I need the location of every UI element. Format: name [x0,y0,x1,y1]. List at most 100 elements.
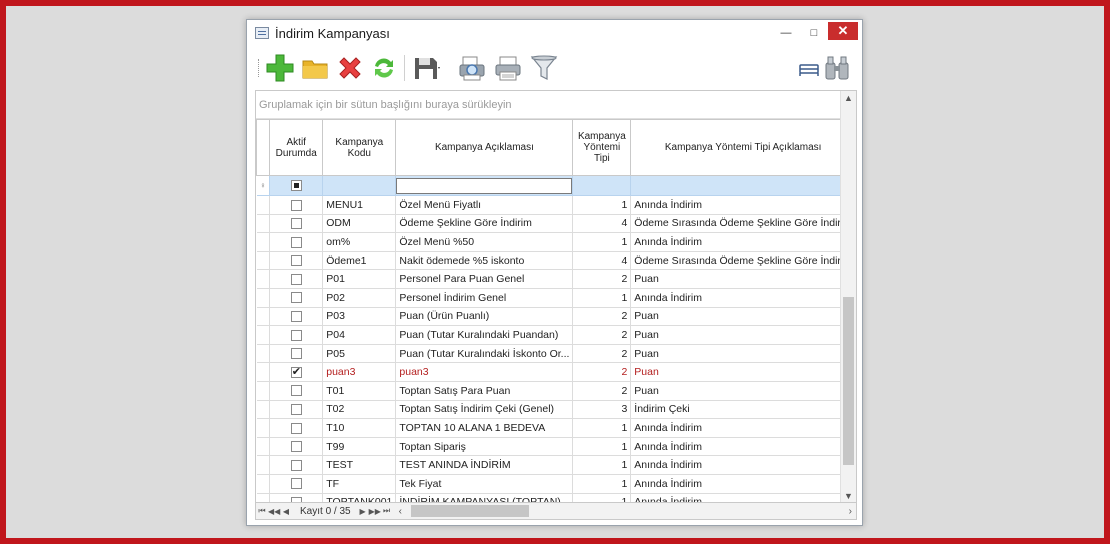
table-row[interactable]: T02 Toptan Satış İndirim Çeki (Genel) 3 İnd… [256,399,856,420]
active-checkbox[interactable] [290,236,302,248]
group-panel[interactable]: Gruplamak için bir sütun başlığını buray… [256,91,841,119]
cell-active[interactable] [269,455,324,475]
cell-code[interactable]: P01 [322,269,397,289]
cell-active[interactable] [269,473,324,494]
cell-code[interactable]: Ödeme1 [322,250,397,271]
refresh-button[interactable] [369,53,399,83]
cell-description[interactable]: Ödeme Şekline Göre İndirim [395,213,574,234]
cell-description[interactable]: Puan (Ürün Puanlı) [395,306,574,327]
active-checkbox[interactable] [290,199,302,211]
cell-active[interactable] [269,287,324,308]
column-header-active[interactable]: Aktif Durumda [269,119,324,176]
cell-method-type-description[interactable]: Puan [630,269,856,289]
cell-method-type[interactable]: 2 [572,380,632,401]
cell-method-type-description[interactable]: Ödeme Sırasında Ödeme Şekline Göre İndir… [630,213,856,234]
cell-active[interactable] [269,436,324,457]
open-button[interactable] [300,53,330,83]
cell-active[interactable] [269,250,324,271]
scroll-left-icon[interactable]: ‹ [399,506,409,517]
column-header-method-type-description[interactable]: Kampanya Yöntemi Tipi Açıklaması [630,119,856,176]
cell-description[interactable]: Puan (Tutar Kuralındaki İskonto Or... [395,343,574,364]
cell-code[interactable]: P04 [322,325,397,345]
cell-method-type[interactable]: 1 [572,418,632,438]
cell-description[interactable]: Toptan Satış Para Puan [395,380,574,401]
cell-code[interactable]: TF [322,473,397,494]
table-row[interactable]: TF Tek Fiyat 1 Anında İndirim [256,473,856,494]
cell-code[interactable]: ODM [322,213,397,234]
active-checkbox[interactable] [290,478,302,490]
column-header-method-type[interactable]: Kampanya Yöntemi Tipi [572,119,632,176]
active-checkbox[interactable] [290,292,302,304]
cell-method-type-description[interactable]: Puan [630,343,856,364]
cell-method-type[interactable]: 1 [572,455,632,475]
cell-description[interactable]: TOPTAN 10 ALANA 1 BEDEVA [395,418,574,438]
active-checkbox[interactable] [290,385,302,397]
cell-active[interactable] [269,195,324,215]
table-row[interactable]: MENU1 Özel Menü Fiyatlı 1 Anında İndirim [256,195,856,215]
filter-description[interactable] [395,175,574,196]
filter-method-type-description[interactable] [630,175,856,196]
cell-description[interactable]: Tek Fiyat [395,473,574,494]
cell-description[interactable]: Özel Menü %50 [395,232,574,252]
next-page-icon[interactable]: ▶▶ [369,507,381,516]
search-button[interactable] [822,53,852,83]
cell-active[interactable] [269,306,324,327]
cell-description[interactable]: TEST ANINDA İNDİRİM [395,455,574,475]
cell-method-type-description[interactable]: Anında İndirim [630,232,856,252]
cell-method-type-description[interactable]: Puan [630,362,856,382]
cell-method-type-description[interactable]: İndirim Çeki [630,399,856,420]
active-checkbox[interactable] [290,273,302,285]
cell-code[interactable]: MENU1 [322,195,397,215]
cell-active[interactable] [269,325,324,345]
delete-button[interactable] [335,53,365,83]
active-checkbox[interactable] [290,311,302,323]
cell-method-type-description[interactable]: Anında İndirim [630,418,856,438]
table-row[interactable]: T01 Toptan Satış Para Puan 2 Puan [256,380,856,401]
cell-code[interactable]: T01 [322,380,397,401]
first-page-icon[interactable]: ⏮ [256,506,268,516]
cell-method-type-description[interactable]: Anında İndirim [630,455,856,475]
table-row[interactable]: ODM Ödeme Şekline Göre İndirim 4 Ödeme Sıra… [256,213,856,234]
cell-description[interactable]: Toptan Satış İndirim Çeki (Genel) [395,399,574,420]
cell-method-type[interactable]: 4 [572,213,632,234]
cell-active[interactable] [269,269,324,289]
cell-code[interactable]: TEST [322,455,397,475]
table-row[interactable]: P02 Personel İndirim Genel 1 Anında İndirim [256,287,856,308]
print-preview-button[interactable] [457,53,487,83]
horizontal-scroll-thumb[interactable] [410,505,529,517]
table-row[interactable]: T99 Toptan Sipariş 1 Anında İndirim [256,436,856,457]
cell-code[interactable]: puan3 [322,362,397,382]
cell-code[interactable]: om% [322,232,397,252]
cell-code[interactable]: T99 [322,436,397,457]
cell-description[interactable]: Puan (Tutar Kuralındaki Puandan) [395,325,574,345]
next-record-icon[interactable]: ▶ [357,507,369,516]
table-row[interactable]: P05 Puan (Tutar Kuralındaki İskonto Or...… [256,343,856,364]
cell-description[interactable]: Özel Menü Fiyatlı [395,195,574,215]
cell-method-type[interactable]: 2 [572,343,632,364]
title-bar[interactable]: İndirim Kampanyası — □ ✕ [247,20,862,46]
scroll-up-icon[interactable]: ▲ [841,91,856,105]
cell-active[interactable] [269,380,324,401]
save-button[interactable] [411,53,441,83]
table-row[interactable]: puan3puan32Puan [256,362,856,382]
cell-description[interactable]: puan3 [395,362,574,382]
table-row[interactable]: P04 Puan (Tutar Kuralındaki Puandan) 2 Puan [256,325,856,345]
cell-method-type[interactable]: 2 [572,325,632,345]
active-checkbox[interactable] [290,365,302,378]
filter-button[interactable] [529,53,559,83]
cell-method-type[interactable]: 4 [572,250,632,271]
cell-method-type-description[interactable]: Puan [630,380,856,401]
scroll-down-icon[interactable]: ▼ [841,489,856,503]
cell-active[interactable] [269,362,324,382]
cell-method-type-description[interactable]: Ödeme Sırasında Ödeme Şekline Göre İndir… [630,250,856,271]
layout-button[interactable] [794,53,824,83]
cell-method-type[interactable]: 1 [572,232,632,252]
vertical-scrollbar[interactable]: ▲ ▼ [840,91,856,503]
cell-method-type[interactable]: 1 [572,195,632,215]
active-checkbox[interactable] [290,348,302,360]
maximize-button[interactable]: □ [800,20,828,46]
cell-active[interactable] [269,213,324,234]
cell-method-type[interactable]: 3 [572,399,632,420]
cell-description[interactable]: Toptan Sipariş [395,436,574,457]
scroll-thumb[interactable] [843,297,854,465]
